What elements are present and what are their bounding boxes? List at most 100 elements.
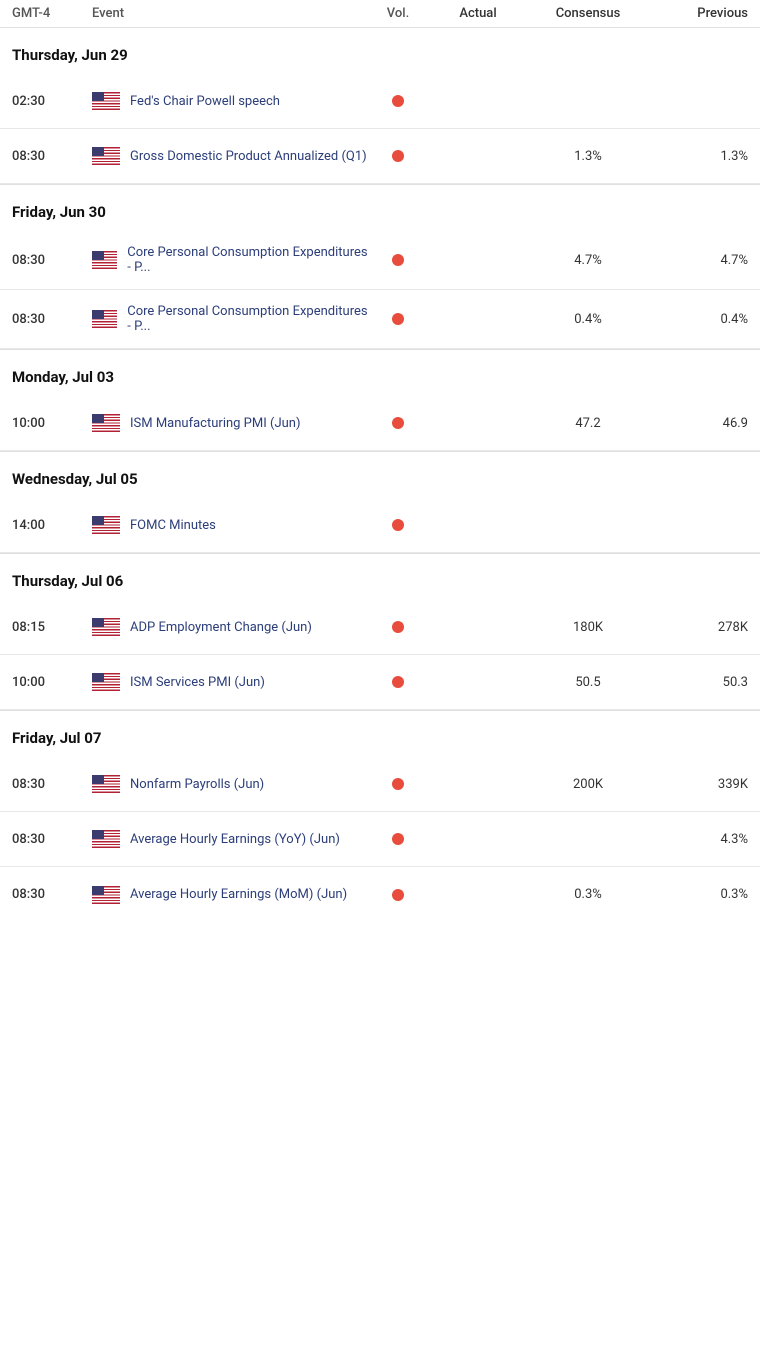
col-consensus-header: Consensus bbox=[528, 6, 648, 21]
col-event-header: Event bbox=[92, 6, 368, 21]
vol-dot bbox=[392, 833, 404, 845]
event-row: 14:00 FOMC Minutes bbox=[0, 498, 760, 553]
event-info[interactable]: Core Personal Consumption Expenditures -… bbox=[92, 245, 368, 275]
event-time: 08:30 bbox=[12, 777, 92, 792]
event-info[interactable]: Gross Domestic Product Annualized (Q1) bbox=[92, 147, 368, 165]
vol-dot bbox=[392, 150, 404, 162]
previous-value: 46.9 bbox=[648, 416, 748, 431]
previous-value: 339K bbox=[648, 777, 748, 792]
previous-value: 1.3% bbox=[648, 149, 748, 164]
vol-indicator bbox=[368, 833, 428, 845]
event-time: 08:30 bbox=[12, 253, 92, 268]
event-info[interactable]: Core Personal Consumption Expenditures -… bbox=[92, 304, 368, 334]
event-info[interactable]: ADP Employment Change (Jun) bbox=[92, 618, 368, 636]
event-name: ADP Employment Change (Jun) bbox=[130, 620, 312, 635]
event-info[interactable]: Average Hourly Earnings (MoM) (Jun) bbox=[92, 886, 368, 904]
header-row: GMT-4 Event Vol. Actual Consensus Previo… bbox=[0, 0, 760, 28]
vol-indicator bbox=[368, 519, 428, 531]
event-time: 14:00 bbox=[12, 518, 92, 533]
us-flag-icon bbox=[92, 775, 120, 793]
event-row: 02:30 Fed's Chair Powell speech bbox=[0, 74, 760, 129]
us-flag-icon bbox=[92, 92, 120, 110]
vol-indicator bbox=[368, 95, 428, 107]
consensus-value: 4.7% bbox=[528, 253, 648, 268]
event-row: 10:00ISM Manufacturing PMI (Jun)47.246.9 bbox=[0, 396, 760, 451]
vol-indicator bbox=[368, 417, 428, 429]
previous-value: 50.3 bbox=[648, 675, 748, 690]
previous-value: 4.7% bbox=[648, 253, 748, 268]
event-row: 08:30 Average Hourly Earnings (YoY) (Jun)… bbox=[0, 812, 760, 867]
vol-dot bbox=[392, 519, 404, 531]
previous-value: 278K bbox=[648, 620, 748, 635]
vol-dot bbox=[392, 889, 404, 901]
vol-indicator bbox=[368, 778, 428, 790]
consensus-value: 0.4% bbox=[528, 312, 648, 327]
event-name: Average Hourly Earnings (MoM) (Jun) bbox=[130, 887, 347, 902]
event-name: ISM Manufacturing PMI (Jun) bbox=[130, 416, 301, 431]
consensus-value: 0.3% bbox=[528, 887, 648, 902]
date-section: Monday, Jul 03 bbox=[0, 349, 760, 396]
us-flag-icon bbox=[92, 673, 120, 691]
vol-indicator bbox=[368, 889, 428, 901]
us-flag-icon bbox=[92, 414, 120, 432]
event-row: 08:30 Core Personal Consumption Expenditu… bbox=[0, 231, 760, 290]
vol-indicator bbox=[368, 621, 428, 633]
vol-dot bbox=[392, 778, 404, 790]
us-flag-icon bbox=[92, 310, 117, 328]
vol-dot bbox=[392, 95, 404, 107]
event-info[interactable]: ISM Services PMI (Jun) bbox=[92, 673, 368, 691]
event-name: Nonfarm Payrolls (Jun) bbox=[130, 777, 264, 792]
event-info[interactable]: ISM Manufacturing PMI (Jun) bbox=[92, 414, 368, 432]
vol-dot bbox=[392, 676, 404, 688]
previous-value: 0.4% bbox=[648, 312, 748, 327]
event-name: Average Hourly Earnings (YoY) (Jun) bbox=[130, 832, 340, 847]
vol-indicator bbox=[368, 676, 428, 688]
event-name: Core Personal Consumption Expenditures -… bbox=[127, 304, 368, 334]
event-time: 10:00 bbox=[12, 675, 92, 690]
us-flag-icon bbox=[92, 618, 120, 636]
col-vol-header: Vol. bbox=[368, 6, 428, 21]
event-row: 08:15 ADP Employment Change (Jun) 180K278K bbox=[0, 600, 760, 655]
vol-dot bbox=[392, 621, 404, 633]
consensus-value: 1.3% bbox=[528, 149, 648, 164]
event-row: 08:30 Gross Domestic Product Annualized (… bbox=[0, 129, 760, 184]
event-row: 08:30 Core Personal Consumption Expenditu… bbox=[0, 290, 760, 349]
event-info[interactable]: Fed's Chair Powell speech bbox=[92, 92, 368, 110]
vol-indicator bbox=[368, 313, 428, 325]
consensus-value: 50.5 bbox=[528, 675, 648, 690]
consensus-value: 200K bbox=[528, 777, 648, 792]
event-name: FOMC Minutes bbox=[130, 518, 216, 533]
event-row: 10:00ISM Services PMI (Jun) 50.550.3 bbox=[0, 655, 760, 710]
date-section: Thursday, Jun 29 bbox=[0, 28, 760, 74]
previous-value: 4.3% bbox=[648, 832, 748, 847]
event-time: 02:30 bbox=[12, 94, 92, 109]
event-name: Core Personal Consumption Expenditures -… bbox=[127, 245, 368, 275]
event-time: 08:30 bbox=[12, 149, 92, 164]
event-info[interactable]: Nonfarm Payrolls (Jun) bbox=[92, 775, 368, 793]
date-section: Friday, Jul 07 bbox=[0, 710, 760, 757]
event-time: 10:00 bbox=[12, 416, 92, 431]
calendar-body: Thursday, Jun 29 02:30 Fed's Chair Powell … bbox=[0, 28, 760, 922]
date-section: Thursday, Jul 06 bbox=[0, 553, 760, 600]
us-flag-icon bbox=[92, 886, 120, 904]
consensus-value: 180K bbox=[528, 620, 648, 635]
event-row: 08:30 Nonfarm Payrolls (Jun) 200K339K bbox=[0, 757, 760, 812]
event-time: 08:30 bbox=[12, 887, 92, 902]
vol-indicator bbox=[368, 254, 428, 266]
date-section: Friday, Jun 30 bbox=[0, 184, 760, 231]
event-name: Gross Domestic Product Annualized (Q1) bbox=[130, 149, 367, 164]
us-flag-icon bbox=[92, 830, 120, 848]
previous-value: 0.3% bbox=[648, 887, 748, 902]
us-flag-icon bbox=[92, 251, 117, 269]
event-time: 08:30 bbox=[12, 832, 92, 847]
vol-dot bbox=[392, 417, 404, 429]
event-info[interactable]: Average Hourly Earnings (YoY) (Jun) bbox=[92, 830, 368, 848]
col-timezone: GMT-4 bbox=[12, 6, 92, 21]
event-name: Fed's Chair Powell speech bbox=[130, 94, 280, 109]
event-info[interactable]: FOMC Minutes bbox=[92, 516, 368, 534]
event-time: 08:15 bbox=[12, 620, 92, 635]
us-flag-icon bbox=[92, 516, 120, 534]
col-actual-header: Actual bbox=[428, 6, 528, 21]
vol-dot bbox=[392, 313, 404, 325]
event-time: 08:30 bbox=[12, 312, 92, 327]
